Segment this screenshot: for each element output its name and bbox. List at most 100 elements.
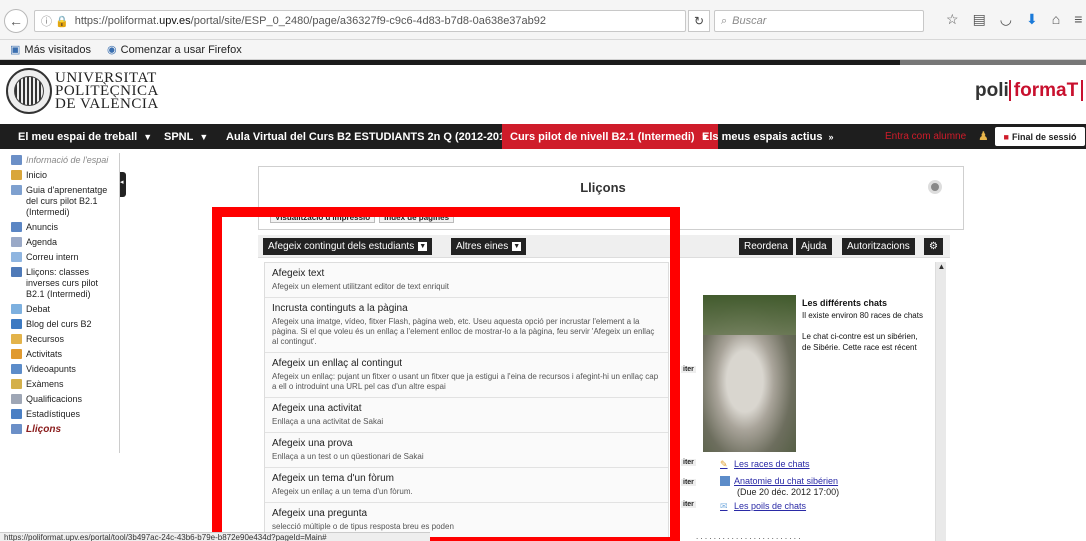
logout-label: Final de sessió [1011, 131, 1077, 142]
text-line: de Sibérie. Cette race est récent [802, 343, 917, 352]
permissions-button[interactable]: Autoritzacions [842, 238, 915, 255]
poliformat-logo[interactable]: poli formaT [975, 80, 1084, 102]
tool-icon [11, 267, 22, 277]
university-seal-icon [6, 68, 52, 114]
text-line: Le chat ci-contre est un sibérien, [802, 332, 918, 341]
address-bar[interactable]: ⓘ 🔒 https://poliformat. upv.es/portal/sit… [34, 10, 686, 32]
collapse-sidebar-handle[interactable] [120, 172, 126, 197]
status-bar-url: https://poliformat.upv.es/portal/tool/3b… [0, 532, 430, 541]
logout-button[interactable]: ■ Final de sessió [995, 127, 1085, 146]
url-path: /portal/site/ESP_0_2480/page/a36327f9-c9… [190, 15, 547, 27]
sidebar-item[interactable]: Inicio [8, 168, 119, 183]
back-button[interactable]: ← [4, 9, 28, 33]
bookmark-item[interactable]: ◉ Comenzar a usar Firefox [107, 43, 242, 56]
reset-icon[interactable] [928, 180, 942, 194]
pocket-icon[interactable]: ◡ [1000, 11, 1012, 28]
nav-aula-virtual[interactable]: Aula Virtual del Curs B2 ESTUDIANTS 2n Q… [218, 124, 538, 149]
tool-icon [11, 170, 22, 180]
edit-tab[interactable]: iter [681, 459, 696, 466]
bookmark-item[interactable]: ▣ Más visitados [10, 43, 91, 56]
tool-icon [11, 222, 22, 232]
download-icon[interactable]: ⬇ [1026, 11, 1038, 28]
tool-icon [11, 379, 22, 389]
chevron-down-icon: ▼ [199, 131, 209, 142]
tool-icon [11, 304, 22, 314]
library-icon[interactable]: ▤ [973, 11, 986, 28]
nav-label: Aula Virtual del Curs B2 ESTUDIANTS 2n Q… [226, 130, 515, 143]
info-icon: ⓘ [41, 16, 52, 28]
sidebar-item-label: Lliçons [26, 424, 62, 435]
sidebar-item[interactable]: Lliçons [8, 422, 119, 437]
search-box[interactable]: ⌕ Buscar [714, 10, 924, 32]
back-arrow-icon: ← [9, 13, 23, 29]
sidebar-item[interactable]: Qualificacions [8, 392, 119, 407]
highlight-frame [212, 207, 680, 541]
partial-text: . . . . . . . . . . . . . . . . . . . . … [696, 532, 801, 541]
bookmark-label: Comenzar a usar Firefox [120, 44, 242, 56]
forum-icon: ✉ [720, 501, 728, 511]
nav-label: SPNL [164, 130, 194, 143]
pencil-icon: ✎ [720, 459, 728, 469]
sidebar-item-label: Lliçons: classes inverses curs pilot B2.… [26, 267, 99, 299]
edit-tab[interactable]: iter [681, 479, 696, 486]
help-button[interactable]: Ajuda [796, 238, 832, 255]
reorder-button[interactable]: Reordena [739, 238, 793, 255]
url-domain: upv.es [159, 15, 191, 27]
sidebar-item-label: Videoapunts [26, 364, 76, 374]
sidebar-item-label: Blog del curs B2 [26, 319, 92, 329]
sidebar-item[interactable]: Videoapunts [8, 362, 119, 377]
nav-curs-pilot[interactable]: Curs pilot de nivell B2.1 (Intermedi) ▼ [502, 124, 718, 149]
bookmark-folder-icon: ▣ [10, 44, 21, 56]
sidebar-item[interactable]: Informació de l'espai [8, 153, 119, 168]
uni-line-3: DE VALÈNCIA [55, 96, 159, 112]
sidebar-item[interactable]: Exàmens [8, 377, 119, 392]
section-heading: Les différents chats [802, 298, 888, 308]
tool-icon [11, 364, 22, 374]
link-cat-fur[interactable]: ✉ Les poils de chats [720, 501, 806, 511]
reload-button[interactable]: ↻ [688, 10, 710, 32]
sidebar-item[interactable]: Correu intern [8, 250, 119, 265]
url-prefix: https://poliformat. [74, 15, 160, 27]
gear-icon: ⚙ [929, 241, 938, 252]
sidebar-item[interactable]: Estadístiques [8, 407, 119, 422]
enter-as-student-link[interactable]: Entra com alumne [885, 124, 966, 149]
link-cat-breeds[interactable]: ✎ Les races de chats [720, 459, 810, 469]
link-siberian-anatomy[interactable]: Anatomie du chat sibérien [720, 476, 838, 486]
nav-active-spaces[interactable]: Els meus espais actius » [694, 124, 841, 149]
sidebar-item[interactable]: Debat [8, 302, 119, 317]
bookmark-star-icon[interactable]: ☆ [946, 11, 959, 28]
edit-tab[interactable]: iter [681, 366, 696, 373]
sidebar-item[interactable]: Guia d'aprenentatge del curs pilot B2.1 … [8, 183, 119, 220]
home-icon[interactable]: ⌂ [1052, 11, 1060, 28]
sidebar-item[interactable]: Recursos [8, 332, 119, 347]
siberian-cat-image [703, 295, 796, 452]
content-scrollbar[interactable]: ▲ [935, 262, 946, 541]
reload-icon: ↻ [693, 14, 705, 28]
tool-icon [11, 237, 22, 247]
bookmark-label: Más visitados [24, 44, 92, 56]
sidebar-item[interactable]: Activitats [8, 347, 119, 362]
menu-icon[interactable]: ≡ [1074, 11, 1082, 28]
sidebar-item[interactable]: Agenda [8, 235, 119, 250]
lock-icon: 🔒 [55, 15, 69, 28]
sidebar-item[interactable]: Lliçons: classes inverses curs pilot B2.… [8, 265, 119, 302]
link-label: Les poils de chats [734, 501, 807, 511]
sidebar-item-label: Agenda [26, 237, 58, 247]
sidebar-item-label: Activitats [26, 349, 63, 359]
tool-icon [11, 409, 22, 419]
nav-label: Curs pilot de nivell B2.1 (Intermedi) [510, 130, 695, 143]
scroll-up-icon[interactable]: ▲ [936, 262, 947, 274]
tool-sidebar: Informació de l'espai Inicio Guia d'aprene… [8, 153, 120, 453]
sidebar-item[interactable]: Blog del curs B2 [8, 317, 119, 332]
sidebar-item[interactable]: Anuncis [8, 220, 119, 235]
due-date: (Due 20 déc. 2012 17:00) [737, 487, 840, 497]
search-placeholder: Buscar [732, 15, 767, 27]
tool-icon [11, 394, 22, 404]
nav-spnl[interactable]: SPNL ▼ [156, 124, 216, 149]
tool-icon [11, 319, 22, 329]
settings-gear-button[interactable]: ⚙ [924, 238, 943, 255]
sidebar-item-label: Inicio [26, 170, 48, 180]
chevron-down-icon: ▼ [143, 131, 153, 142]
edit-tab[interactable]: iter [681, 501, 696, 508]
nav-my-workspace[interactable]: El meu espai de treball ▼ [10, 124, 160, 149]
